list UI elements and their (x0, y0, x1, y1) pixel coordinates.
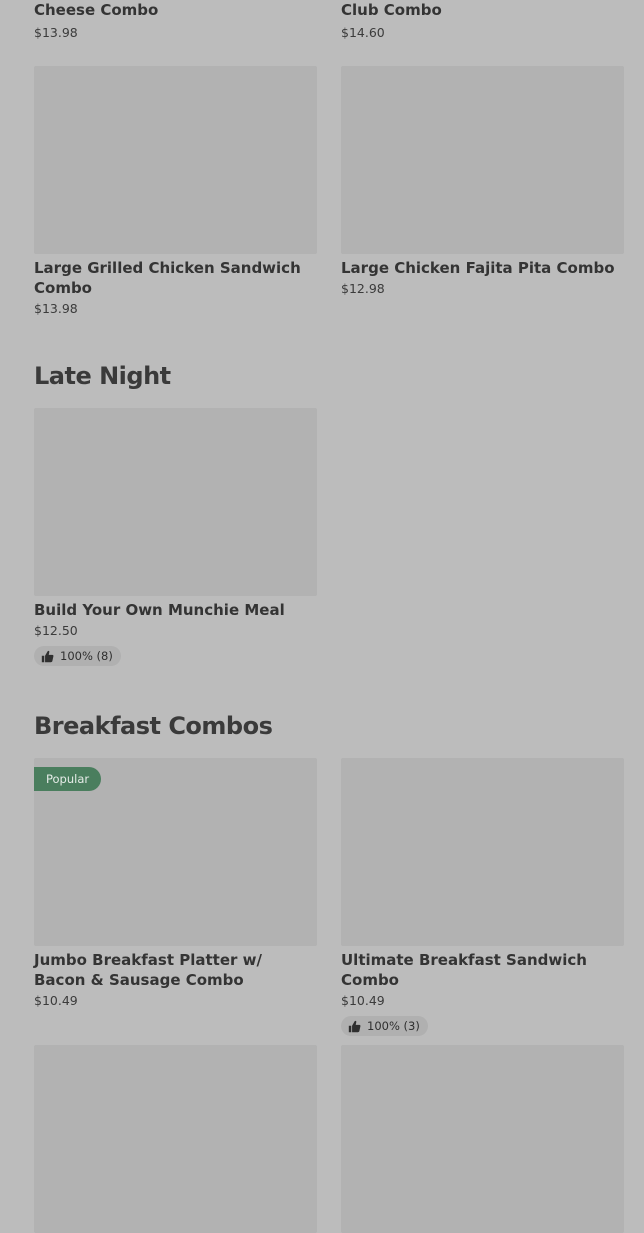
section-title-late-night: Late Night (34, 362, 171, 390)
item-price: $13.98 (34, 301, 78, 316)
item-image[interactable] (341, 758, 624, 946)
thumbs-up-icon (348, 1020, 361, 1033)
item-price: $10.49 (34, 993, 78, 1008)
item-name: Large Chicken Fajita Pita Combo (341, 259, 615, 277)
item-name[interactable]: Club Combo (341, 0, 442, 20)
menu-item-card[interactable]: Popular Jumbo Breakfast Platter w/ Bacon… (34, 758, 317, 1009)
item-image[interactable] (34, 408, 317, 596)
item-name: Jumbo Breakfast Platter w/ Bacon & Sausa… (34, 951, 262, 989)
item-name[interactable]: Cheese Combo (34, 0, 158, 20)
thumbs-up-icon (41, 650, 54, 663)
rating-text: 100% (8) (60, 649, 113, 663)
menu-item-card[interactable] (34, 1045, 317, 1233)
rating-badge: 100% (8) (34, 646, 121, 666)
rating-text: 100% (3) (367, 1019, 420, 1033)
menu-item-card[interactable]: Large Grilled Chicken Sandwich Combo $13… (34, 66, 317, 317)
menu-item-card[interactable] (341, 1045, 624, 1233)
item-price: $12.98 (341, 281, 385, 296)
item-image[interactable] (341, 1045, 624, 1233)
item-price: $14.60 (341, 25, 385, 40)
popular-badge: Popular (34, 767, 102, 791)
menu-page: Cheese Combo $13.98 Club Combo $14.60 La… (0, 0, 644, 1233)
menu-item-card[interactable]: Build Your Own Munchie Meal $12.50 100% … (34, 408, 317, 667)
section-title-breakfast-combos: Breakfast Combos (34, 712, 273, 740)
item-image[interactable]: Popular (34, 758, 317, 946)
item-image[interactable] (34, 66, 317, 254)
item-image[interactable] (34, 1045, 317, 1233)
menu-item-card[interactable]: Ultimate Breakfast Sandwich Combo $10.49… (341, 758, 624, 1037)
item-price: $13.98 (34, 25, 78, 40)
menu-item-card[interactable]: Large Chicken Fajita Pita Combo $12.98 (341, 66, 624, 297)
item-price: $10.49 (341, 993, 385, 1008)
item-image[interactable] (341, 66, 624, 254)
item-name: Build Your Own Munchie Meal (34, 601, 285, 619)
rating-badge: 100% (3) (341, 1016, 428, 1036)
item-name: Large Grilled Chicken Sandwich Combo (34, 259, 301, 297)
item-price: $12.50 (34, 623, 78, 638)
item-name: Ultimate Breakfast Sandwich Combo (341, 951, 587, 989)
